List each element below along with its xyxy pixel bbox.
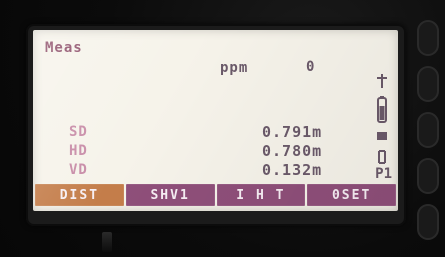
total-station-device: Meas ppm 0 SD 0.791m HD 0.780m VD 0.132m… <box>0 0 445 257</box>
side-button-2[interactable] <box>417 66 439 102</box>
ppm-label: ppm <box>220 60 249 76</box>
vd-value: 0.132m <box>262 161 323 179</box>
antenna-icon <box>373 72 391 94</box>
sd-label: SD <box>69 124 88 140</box>
ppm-value: 0 <box>306 59 315 75</box>
side-button-3[interactable] <box>417 112 439 148</box>
side-button-5[interactable] <box>417 204 439 240</box>
vd-label: VD <box>69 162 88 178</box>
lcd-screen: Meas ppm 0 SD 0.791m HD 0.780m VD 0.132m… <box>33 30 398 211</box>
cable-connector <box>102 232 112 252</box>
softkey-iht[interactable]: I H T <box>216 184 306 206</box>
side-buttons <box>405 0 445 257</box>
battery-icon <box>373 96 391 128</box>
softkey-0set[interactable]: 0SET <box>307 184 396 206</box>
hd-label: HD <box>69 143 88 159</box>
signal-icon <box>373 128 391 147</box>
softkey-dist[interactable]: DIST <box>35 184 124 206</box>
side-button-1[interactable] <box>417 20 439 56</box>
softkey-shv1[interactable]: SHV1 <box>125 184 215 206</box>
screen-title: Meas <box>45 40 83 56</box>
sd-value: 0.791m <box>262 123 323 141</box>
softkey-bar: DIST SHV1 I H T 0SET <box>35 184 396 206</box>
side-button-4[interactable] <box>417 158 439 194</box>
status-column <box>373 72 391 168</box>
hd-value: 0.780m <box>262 142 323 160</box>
prism-icon <box>373 148 391 170</box>
